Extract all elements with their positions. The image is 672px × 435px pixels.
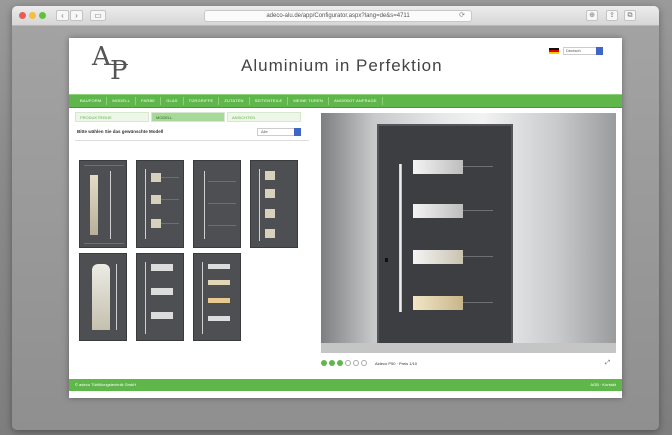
- nav-item-8[interactable]: MEINE TÜREN: [288, 97, 330, 105]
- browser-window: ‹ › ▭ adeco-alu.de/app/Configurator.aspx…: [12, 6, 659, 430]
- configurator-page: A P Aluminium in Perfektion Deutsch BAUF…: [69, 38, 622, 398]
- glass-pane: [413, 160, 463, 174]
- door-info: Aldeco P50 · Preis 1/10: [375, 360, 418, 366]
- nav-item-4[interactable]: GLAS: [161, 97, 184, 105]
- back-button[interactable]: ‹: [56, 10, 69, 21]
- model-thumbnail-1[interactable]: [79, 160, 127, 248]
- step-tabs: PRODUKTREIHE MODELL ANSICHTEN: [75, 112, 301, 122]
- language-dropdown[interactable]: Deutsch: [563, 47, 603, 55]
- tab-produktreihe[interactable]: PRODUKTREIHE: [75, 112, 149, 122]
- door-preview[interactable]: [321, 113, 616, 353]
- glass-pane: [413, 250, 463, 264]
- model-prompt: Bitte wählen Sie das gewünschte Modell: [77, 129, 164, 134]
- floor: [321, 343, 616, 353]
- filter-dropdown[interactable]: Alle: [257, 128, 301, 136]
- view-dot-5[interactable]: [353, 360, 359, 366]
- chevron-down-icon: [596, 47, 603, 55]
- browser-toolbar: ‹ › ▭ adeco-alu.de/app/Configurator.aspx…: [12, 6, 659, 26]
- nav-item-9[interactable]: ANGEBOT ANFRAGE: [329, 97, 383, 105]
- page-title: Aluminium in Perfektion: [241, 56, 443, 75]
- lock-cylinder: [385, 258, 388, 262]
- address-bar[interactable]: adeco-alu.de/app/Configurator.aspx?lang=…: [204, 10, 472, 22]
- view-dot-3[interactable]: [337, 360, 343, 366]
- tab-ansichten[interactable]: ANSICHTEN: [227, 112, 301, 122]
- nav-item-2[interactable]: MODELL: [107, 97, 137, 105]
- main-navigation: BAUFORM MODELL FARBE GLAS TÜRGRIFFE ZUTATEN SE…: [69, 94, 622, 108]
- nav-item-6[interactable]: ZUTATEN: [219, 97, 250, 105]
- model-thumbnail-5[interactable]: [79, 253, 127, 341]
- footer-links[interactable]: AGB · Kontakt: [590, 379, 616, 391]
- model-thumbnail-3[interactable]: [193, 160, 241, 248]
- download-button[interactable]: ⊕: [586, 10, 598, 21]
- close-window-button[interactable]: [19, 12, 26, 19]
- chevron-down-icon: [294, 128, 301, 136]
- nav-item-5[interactable]: TÜRGRIFFE: [184, 97, 220, 105]
- door-handle: [399, 164, 402, 312]
- share-button[interactable]: ⇪: [606, 10, 618, 21]
- fullscreen-icon[interactable]: ⤢: [605, 360, 610, 367]
- zoom-window-button[interactable]: [39, 12, 46, 19]
- url-text: adeco-alu.de/app/Configurator.aspx?lang=…: [266, 13, 410, 19]
- model-thumbnail-2[interactable]: [136, 160, 184, 248]
- brand-logo[interactable]: A P: [92, 42, 142, 86]
- sidebar-button[interactable]: ▭: [90, 10, 106, 21]
- view-dot-1[interactable]: [321, 360, 327, 366]
- model-thumbnail-7[interactable]: [193, 253, 241, 341]
- forward-button[interactable]: ›: [70, 10, 83, 21]
- tabs-icon: ⧉: [627, 12, 633, 19]
- minimize-window-button[interactable]: [29, 12, 36, 19]
- glass-pane: [413, 296, 463, 310]
- german-flag-icon: [549, 47, 559, 55]
- view-dot-6[interactable]: [361, 360, 367, 366]
- door-frame: [377, 124, 513, 352]
- preview-toolbar: Aldeco P50 · Preis 1/10 ⤢: [321, 356, 616, 370]
- tabs-button[interactable]: ⧉: [624, 10, 636, 21]
- back-icon: ‹: [61, 11, 64, 20]
- nav-item-3[interactable]: FARBE: [136, 97, 162, 105]
- view-dot-4[interactable]: [345, 360, 351, 366]
- tab-modell[interactable]: MODELL: [151, 112, 225, 122]
- divider: [75, 140, 309, 141]
- model-thumbnail-6[interactable]: [136, 253, 184, 341]
- glass-pane: [413, 204, 463, 218]
- forward-icon: ›: [75, 11, 78, 20]
- share-icon: ⇪: [609, 12, 615, 19]
- download-icon: ⊕: [589, 12, 595, 19]
- footer-copyright: © adeco Türfüllungstechnik GmbH: [75, 382, 137, 387]
- nav-item-1[interactable]: BAUFORM: [75, 97, 108, 105]
- language-selector[interactable]: Deutsch: [549, 47, 603, 55]
- reload-icon[interactable]: ⟳: [459, 11, 465, 21]
- sidebar-icon: ▭: [94, 11, 102, 20]
- view-dot-2[interactable]: [329, 360, 335, 366]
- model-thumbnail-4[interactable]: [250, 160, 298, 248]
- footer: © adeco Türfüllungstechnik GmbH AGB · Ko…: [69, 379, 622, 391]
- nav-item-7[interactable]: SEITENTEILE: [250, 97, 289, 105]
